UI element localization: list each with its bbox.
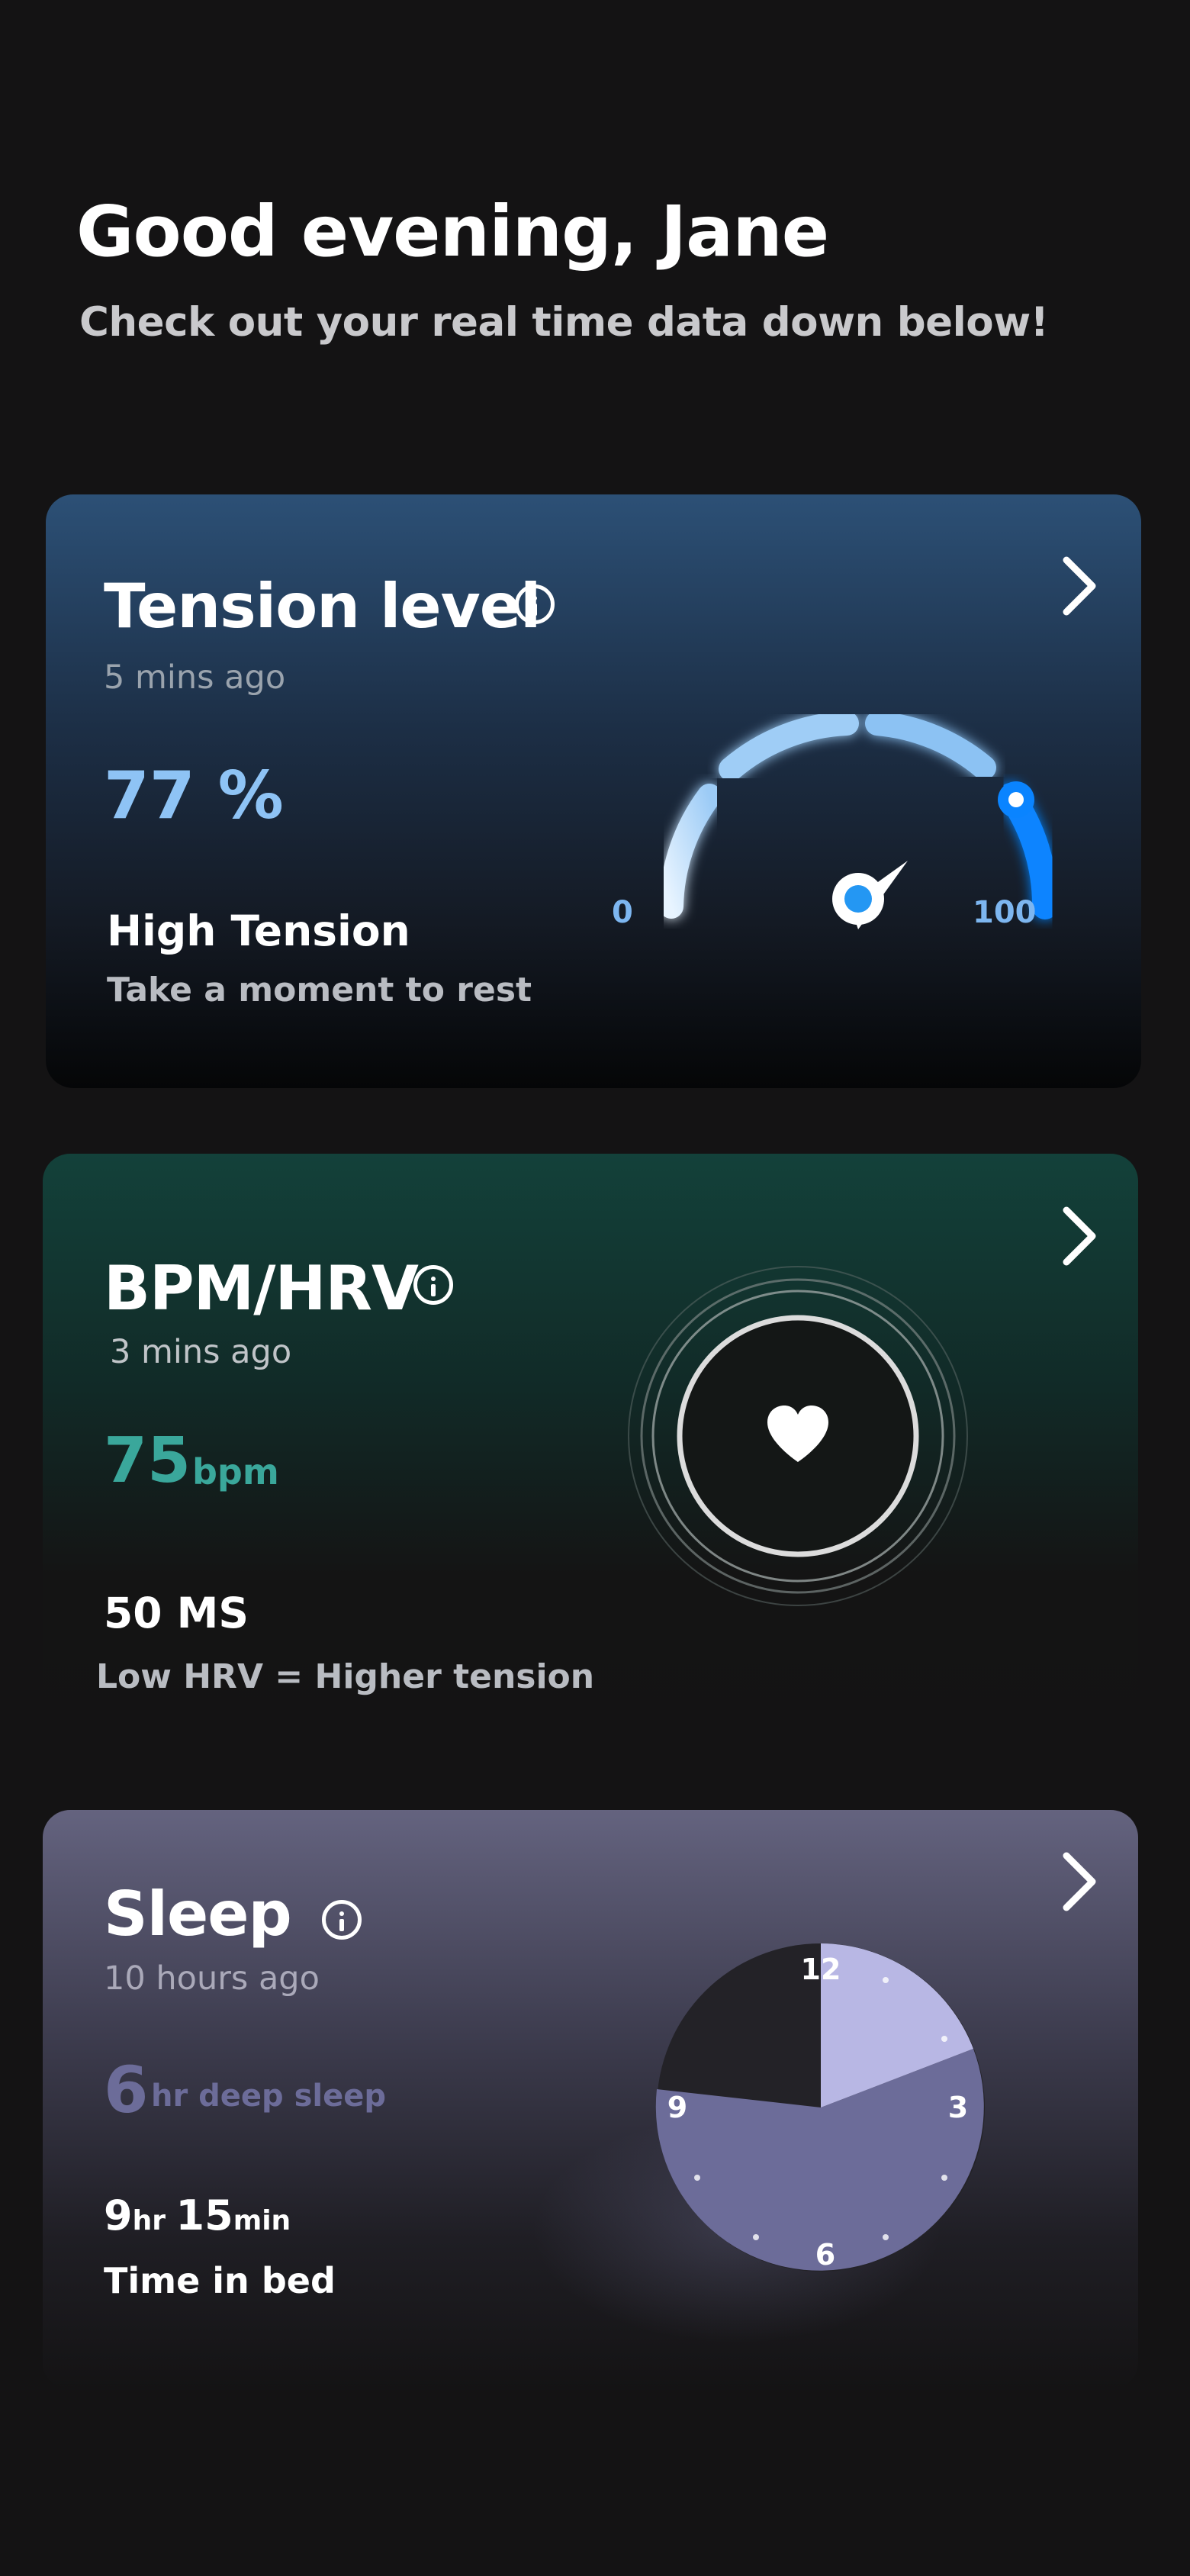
bpm-updated: 3 mins ago [110, 1333, 292, 1371]
tension-advice: Take a moment to rest [107, 971, 532, 1009]
info-icon[interactable] [322, 1900, 362, 1940]
chevron-right-icon[interactable] [1060, 555, 1098, 617]
gauge-arc-segment [719, 711, 859, 781]
hrv-value: 50 MS [104, 1589, 249, 1637]
sleep-updated: 10 hours ago [104, 1959, 320, 1998]
tension-updated: 5 mins ago [104, 658, 286, 697]
bpm-value: 75 [104, 1425, 191, 1497]
hrv-note: Low HRV = Higher tension [96, 1657, 595, 1696]
gauge-min-label: 0 [612, 895, 633, 930]
bpm-card[interactable]: BPM/HRV 3 mins ago 75 bpm 50 MS Low HRV … [43, 1154, 1138, 1741]
tension-gauge [659, 711, 1059, 929]
deep-sleep-value: 6 [104, 2053, 149, 2127]
chevron-right-icon[interactable] [1060, 1851, 1098, 1912]
heart-icon [767, 1406, 828, 1462]
chevron-right-icon[interactable] [1060, 1206, 1098, 1267]
gauge-arc-segment [659, 784, 722, 919]
clock-label-9: 9 [667, 2091, 687, 2124]
greeting-subtitle: Check out your real time data down below… [79, 299, 1049, 346]
bed-hours-unit: hr [132, 2205, 166, 2236]
greeting-title: Good evening, Jane [76, 191, 829, 272]
bed-hours: 9 [104, 2191, 133, 2240]
sleep-card[interactable]: Sleep 10 hours ago 6 hr deep sleep 9hr 1… [43, 1810, 1138, 2390]
time-in-bed-label: Time in bed [104, 2260, 336, 2301]
sleep-clock: 12 3 6 9 [655, 1943, 985, 2272]
sleep-title: Sleep [104, 1879, 292, 1950]
deep-sleep-label: hr deep sleep [151, 2079, 386, 2114]
tension-card[interactable]: Tension level 5 mins ago 77 % High Tensi… [46, 494, 1141, 1088]
bed-minutes-unit: min [233, 2205, 291, 2236]
tension-value: 77 % [104, 758, 284, 834]
gauge-arc-segment [865, 711, 996, 780]
bed-minutes: 15 [175, 2191, 233, 2240]
time-in-bed-duration: 9hr 15min [104, 2191, 291, 2240]
bpm-unit: bpm [192, 1451, 279, 1492]
bpm-title: BPM/HRV [104, 1253, 419, 1324]
info-icon[interactable] [413, 1265, 453, 1305]
info-icon[interactable] [515, 584, 555, 624]
clock-label-3: 3 [948, 2091, 968, 2124]
clock-label-6: 6 [815, 2238, 835, 2272]
gauge-max-label: 100 [973, 895, 1037, 930]
clock-label-12: 12 [801, 1953, 841, 1986]
tension-title: Tension level [104, 571, 541, 642]
tension-status: High Tension [107, 906, 410, 955]
